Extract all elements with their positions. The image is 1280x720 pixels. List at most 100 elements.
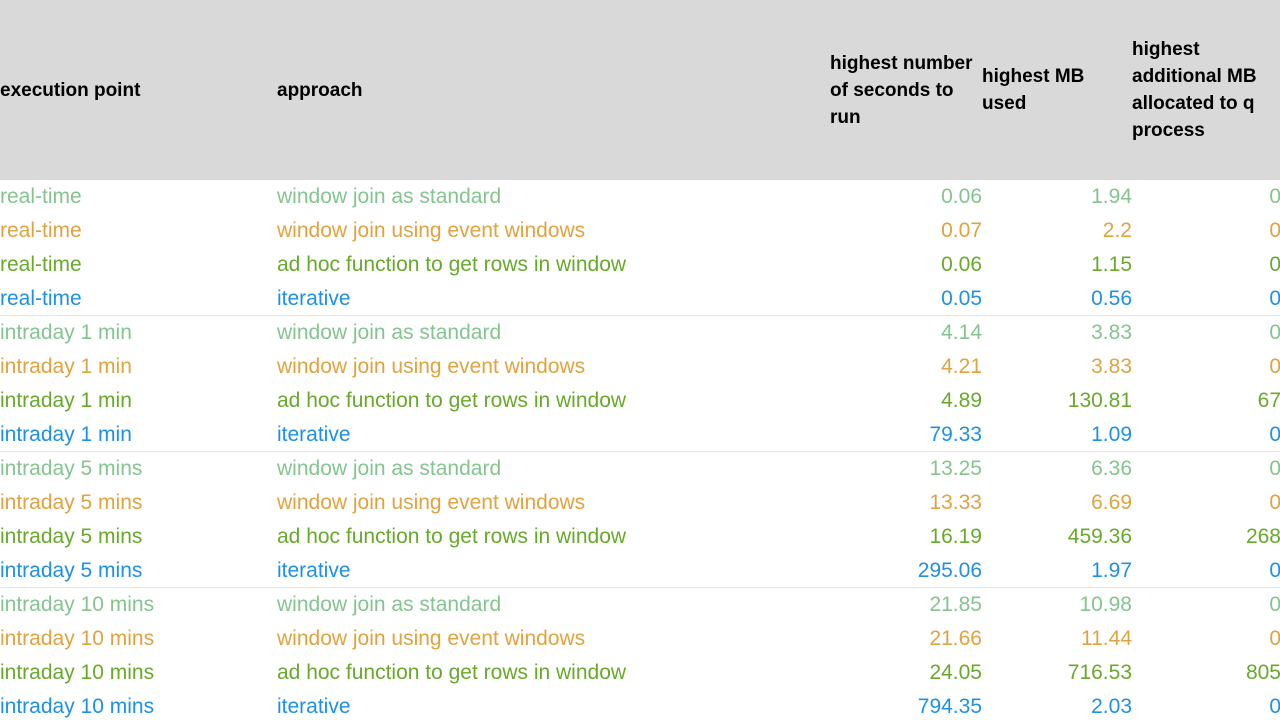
cell-approach: iterative (277, 417, 830, 453)
cell-execution-point: intraday 10 mins (0, 689, 277, 720)
cell-seconds: 21.66 (929, 627, 982, 651)
cell-execution-point: intraday 5 mins (0, 457, 143, 481)
benchmark-results-table: execution point approach highest number … (0, 0, 1280, 720)
cell-mb-allocated: 0 (1269, 593, 1280, 617)
cell-mb-allocated: 0 (1132, 689, 1280, 720)
cell-mb-allocated: 0 (1269, 185, 1280, 209)
column-header-execution-point[interactable]: execution point (0, 0, 277, 180)
results-table-container: execution point approach highest number … (0, 0, 1280, 720)
cell-execution-point: real-time (0, 252, 82, 276)
table-row[interactable]: real-time window join using event windows… (0, 214, 1280, 248)
cell-seconds: 21.85 (929, 593, 982, 617)
cell-execution-point: intraday 10 mins (0, 627, 155, 651)
column-header-approach-label: approach (277, 79, 363, 101)
cell-execution-point: intraday 1 min (0, 417, 277, 453)
cell-approach: ad hoc function to get rows in window (277, 252, 627, 276)
column-header-mb-allocated[interactable]: highest additional MB allocated to q pro… (1132, 0, 1280, 180)
cell-mb-used: 3.83 (1091, 321, 1132, 345)
cell-execution-point: intraday 5 mins (0, 553, 277, 589)
column-header-seconds[interactable]: highest number of seconds to run (830, 0, 982, 180)
cell-seconds: 16.19 (929, 524, 982, 548)
cell-seconds: 13.33 (929, 491, 982, 515)
cell-approach: window join using event windows (277, 219, 586, 243)
table-row[interactable]: intraday 10 mins ad hoc function to get r… (0, 656, 1280, 690)
table-row[interactable]: real-time iterative 0.05 0.56 0 (0, 281, 1280, 317)
column-header-mb-used[interactable]: highest MB used (982, 0, 1132, 180)
cell-mb-used: 1.15 (1091, 252, 1132, 276)
cell-mb-allocated: 0 (1269, 321, 1280, 345)
cell-seconds: 4.21 (941, 355, 982, 379)
column-header-mb-allocated-label: highest additional MB allocated to q pro… (1132, 39, 1257, 141)
cell-mb-allocated: 0 (1269, 457, 1280, 481)
table-header-row: execution point approach highest number … (0, 0, 1280, 180)
column-header-mb-used-label: highest MB used (982, 66, 1085, 114)
cell-approach: ad hoc function to get rows in window (277, 388, 627, 412)
cell-seconds: 79.33 (830, 417, 982, 453)
cell-mb-used: 3.83 (1091, 355, 1132, 379)
cell-mb-allocated: 67 (1257, 388, 1280, 412)
cell-execution-point: intraday 5 mins (0, 524, 143, 548)
cell-seconds: 0.06 (941, 252, 982, 276)
cell-approach: iterative (277, 281, 830, 317)
cell-mb-allocated: 0 (1132, 553, 1280, 589)
cell-approach: window join using event windows (277, 355, 586, 379)
cell-seconds: 0.06 (941, 185, 982, 209)
cell-approach: iterative (277, 689, 830, 720)
cell-execution-point: intraday 1 min (0, 321, 132, 345)
cell-execution-point: real-time (0, 185, 82, 209)
cell-seconds: 0.05 (830, 281, 982, 317)
cell-approach: ad hoc function to get rows in window (277, 524, 627, 548)
cell-approach: ad hoc function to get rows in window (277, 660, 627, 684)
cell-execution-point: real-time (0, 219, 82, 243)
table-row[interactable]: intraday 5 mins window join as standard 13… (0, 452, 1280, 486)
cell-execution-point: real-time (0, 281, 277, 317)
cell-mb-allocated: 0 (1269, 627, 1280, 651)
cell-approach: window join as standard (277, 457, 502, 481)
cell-mb-used: 2.2 (1102, 219, 1132, 243)
cell-mb-used: 11.44 (1081, 627, 1132, 651)
cell-seconds: 794.35 (830, 689, 982, 720)
table-row[interactable]: real-time ad hoc function to get rows in … (0, 248, 1280, 282)
column-header-execution-point-label: execution point (0, 79, 141, 101)
cell-mb-used: 10.98 (1079, 593, 1132, 617)
cell-mb-allocated: 0 (1269, 219, 1280, 243)
table-row[interactable]: intraday 10 mins iterative 794.35 2.03 0 (0, 689, 1280, 720)
cell-execution-point: intraday 10 mins (0, 593, 155, 617)
cell-approach: window join as standard (277, 593, 502, 617)
table-row[interactable]: real-time window join as standard 0.06 1.94… (0, 180, 1280, 214)
cell-seconds: 0.07 (941, 219, 982, 243)
cell-mb-used: 1.09 (982, 417, 1132, 453)
cell-mb-used: 2.03 (982, 689, 1132, 720)
table-row[interactable]: intraday 1 min window join using event wi… (0, 350, 1280, 384)
column-header-approach[interactable]: approach (277, 0, 830, 180)
table-row[interactable]: intraday 1 min iterative 79.33 1.09 0 (0, 417, 1280, 453)
cell-mb-allocated: 268 (1245, 524, 1280, 548)
cell-mb-allocated: 0 (1132, 417, 1280, 453)
table-row[interactable]: intraday 5 mins iterative 295.06 1.97 0 (0, 553, 1280, 589)
cell-approach: window join as standard (277, 321, 502, 345)
table-header: execution point approach highest number … (0, 0, 1280, 180)
cell-seconds: 4.14 (941, 321, 982, 345)
cell-seconds: 4.89 (941, 388, 982, 412)
table-row[interactable]: intraday 1 min ad hoc function to get row… (0, 384, 1280, 418)
column-header-seconds-label: highest number of seconds to run (830, 52, 973, 128)
cell-approach: window join using event windows (277, 491, 586, 515)
cell-mb-used: 459.36 (1067, 524, 1132, 548)
table-row[interactable]: intraday 10 mins window join as standard 2… (0, 588, 1280, 622)
cell-mb-allocated: 0 (1132, 281, 1280, 317)
table-row[interactable]: intraday 5 mins window join using event w… (0, 486, 1280, 520)
cell-execution-point: intraday 1 min (0, 388, 132, 412)
cell-seconds: 295.06 (830, 553, 982, 589)
cell-mb-allocated: 0 (1269, 252, 1280, 276)
table-row[interactable]: intraday 1 min window join as standard 4.1… (0, 316, 1280, 350)
cell-mb-allocated: 0 (1269, 355, 1280, 379)
cell-seconds: 13.25 (929, 457, 982, 481)
cell-mb-allocated: 805 (1245, 660, 1280, 684)
cell-mb-used: 1.97 (982, 553, 1132, 589)
cell-mb-used: 0.56 (982, 281, 1132, 317)
table-row[interactable]: intraday 10 mins window join using event … (0, 622, 1280, 656)
cell-execution-point: intraday 1 min (0, 355, 132, 379)
cell-mb-used: 1.94 (1091, 185, 1132, 209)
cell-mb-used: 130.81 (1067, 388, 1132, 412)
table-row[interactable]: intraday 5 mins ad hoc function to get ro… (0, 520, 1280, 554)
